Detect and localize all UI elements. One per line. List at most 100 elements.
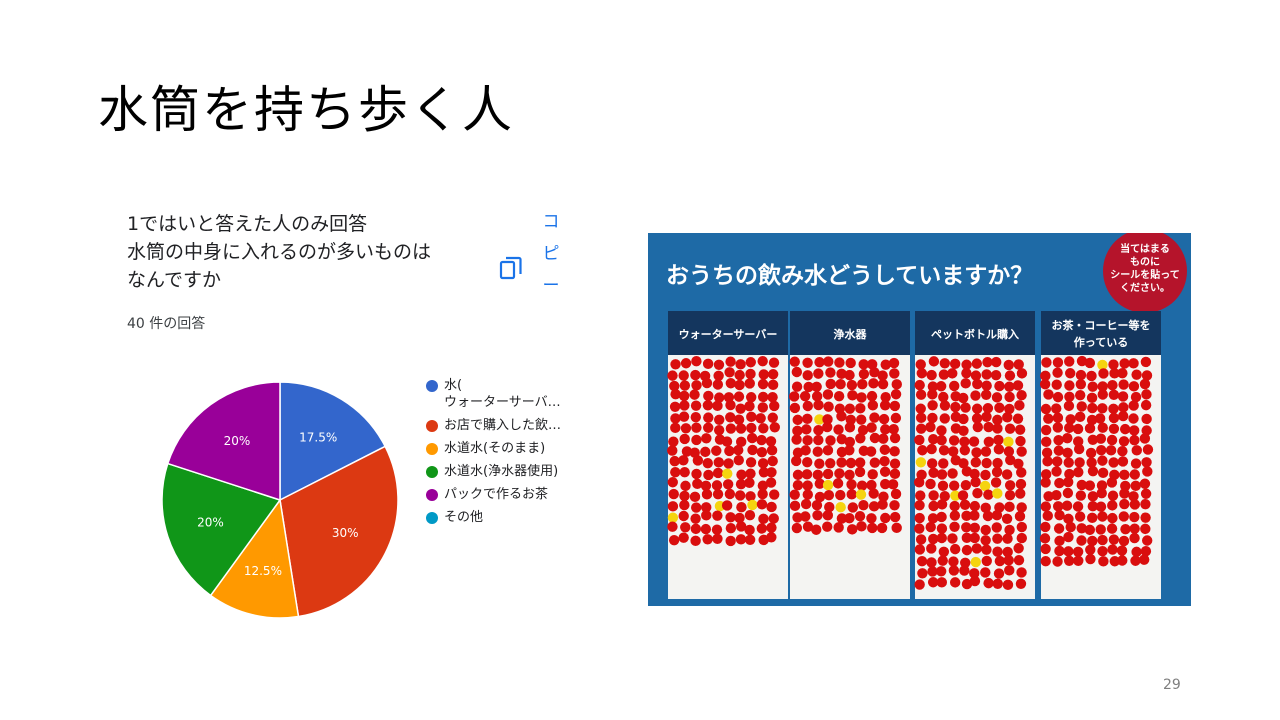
sticker-dot (1141, 413, 1152, 425)
sticker-dot (981, 380, 992, 391)
sticker-dot (1131, 369, 1142, 380)
sticker-dot (802, 435, 813, 446)
sticker-dot (789, 391, 800, 402)
legend-label: ウォーターサーバ… (444, 395, 561, 410)
sticker-dot (791, 522, 803, 534)
sticker-dot (757, 402, 769, 413)
sticker-dot (834, 468, 845, 479)
sticker-dot (1054, 477, 1065, 489)
sticker-dot (822, 421, 833, 433)
sticker-dot (1013, 554, 1025, 566)
sticker-dot (723, 458, 734, 469)
sticker-dot (701, 433, 712, 444)
sticker-dot (1107, 490, 1119, 501)
sticker-dot (949, 521, 960, 532)
sticker-dot (936, 523, 948, 534)
sticker-dot (758, 369, 769, 380)
legend-swatch (426, 512, 438, 524)
sticker-dot (958, 392, 969, 404)
sticker-dot (725, 378, 737, 389)
sticker-dot (1015, 478, 1027, 490)
sticker-dot (854, 466, 866, 478)
sticker-dot (1016, 446, 1027, 457)
legend-swatch (426, 443, 438, 455)
sticker-dot (1131, 546, 1142, 558)
legend-item: 水( ウォーターサーバ… (426, 377, 561, 411)
sticker-dot (722, 468, 733, 479)
sticker-dot (725, 512, 736, 523)
sticker-dot (1106, 477, 1118, 488)
sticker-dot (1062, 476, 1074, 488)
sticker-dot (691, 434, 702, 446)
sticker-dot (1002, 412, 1013, 423)
sticker-dot (813, 434, 824, 446)
sticker-dot (856, 480, 868, 491)
sticker-dot (721, 500, 733, 511)
sticker-dot (834, 357, 845, 368)
pie-slice-label: 20% (197, 516, 224, 530)
sticker-dot (1094, 413, 1106, 424)
sticker-dot (768, 513, 779, 524)
sticker-dot (949, 577, 961, 588)
sticker-dot (971, 403, 983, 414)
sticker-dot (1063, 555, 1075, 567)
sticker-dot (802, 370, 813, 381)
sticker-dot (667, 370, 678, 381)
sticker-dot (680, 480, 691, 492)
sticker-dot (800, 445, 811, 456)
sticker-dot (926, 369, 937, 381)
pie-legend: 水( ウォーターサーバ… お店で購入した飲… 水道水(そのまま) 水道水(浄水器… (426, 377, 561, 532)
sticker-dot (825, 378, 836, 390)
sticker-dot (722, 479, 734, 490)
sticker-dot (935, 381, 947, 392)
copy-icon[interactable] (498, 255, 524, 281)
sticker-dot (680, 522, 691, 533)
sticker-dot (791, 455, 802, 467)
sticker-dot (991, 510, 1003, 521)
sticker-dot (970, 390, 981, 401)
sticker-dot (980, 389, 992, 400)
sticker-dot (758, 423, 769, 434)
sticker-dot (1054, 545, 1065, 557)
sticker-dot (1062, 432, 1073, 444)
sticker-dot (959, 445, 971, 456)
sticker-dot (1040, 477, 1051, 488)
sticker-dot (890, 488, 902, 500)
sticker-dot (679, 490, 690, 502)
sticker-dot (1040, 501, 1051, 512)
sticker-dot (879, 466, 891, 477)
sticker-dot (1097, 403, 1108, 414)
sticker-dot (845, 457, 857, 469)
sticker-dot (802, 413, 813, 425)
sticker-dot (1097, 422, 1108, 433)
sticker-dot (702, 534, 713, 545)
sticker-dot (692, 455, 704, 466)
sticker-dot (669, 401, 681, 413)
sticker-dot (846, 379, 858, 391)
sticker-dot (766, 522, 777, 533)
sticker-dot (889, 432, 901, 444)
sticker-dot (1097, 511, 1108, 522)
sticker-dot (811, 524, 822, 535)
sticker-dot (1013, 543, 1024, 554)
sticker-dot (847, 390, 858, 401)
sticker-dot (1040, 521, 1051, 533)
sticker-dot (702, 358, 714, 370)
sticker-dot (1014, 511, 1026, 522)
sticker-dot (1075, 369, 1087, 381)
sticker-dot (825, 435, 836, 446)
sticker-dot (1087, 402, 1098, 414)
copy-button[interactable]: コ ピ ー (541, 206, 561, 302)
sticker-dot (812, 469, 824, 481)
sticker-dot (1051, 379, 1062, 390)
sticker-dot (755, 413, 766, 424)
sticker-dot (833, 391, 845, 402)
sticker-dot (1054, 535, 1065, 547)
sticker-dot (1117, 555, 1128, 566)
sticker-dot (1063, 457, 1074, 468)
sticker-dot (1053, 445, 1065, 456)
sticker-dot (878, 433, 889, 444)
sticker-dot (1052, 412, 1064, 424)
sticker-dot (914, 434, 925, 446)
sticker-dot (1052, 357, 1064, 368)
